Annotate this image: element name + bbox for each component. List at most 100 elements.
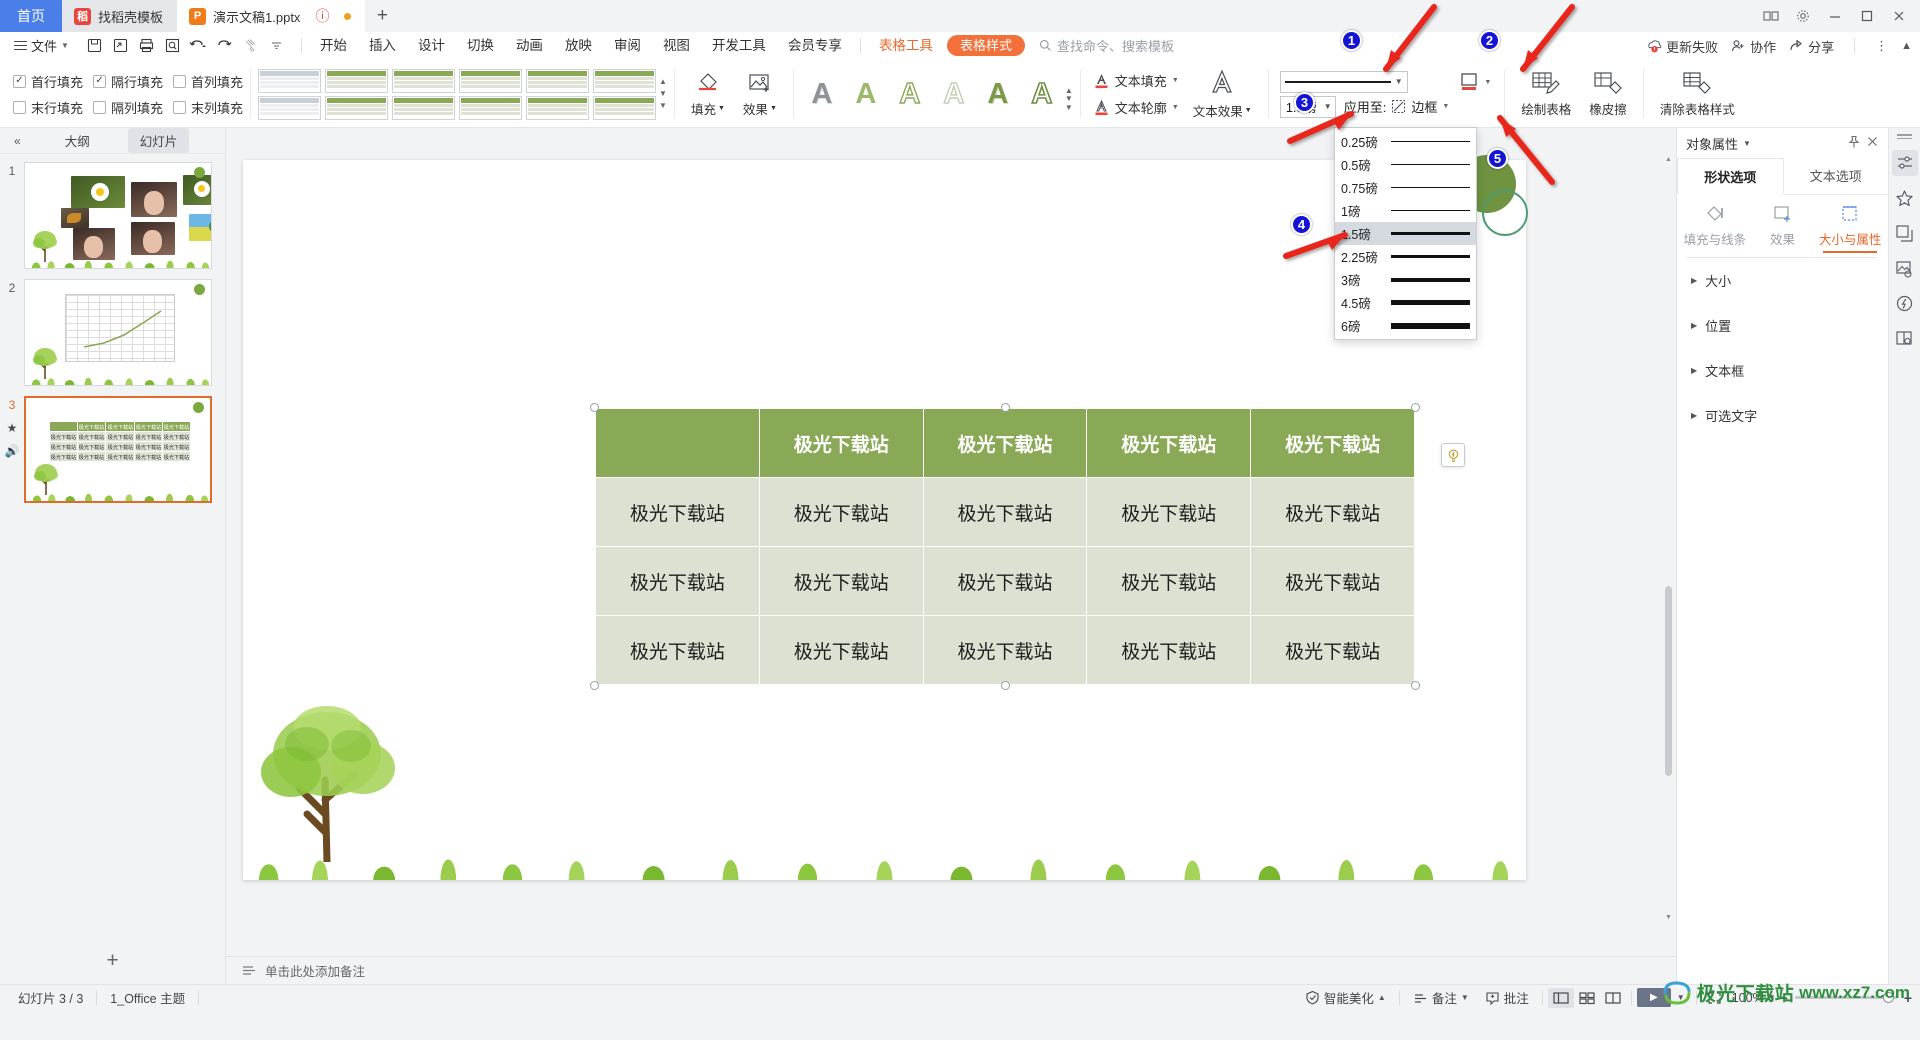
checkbox-header-row-box[interactable]: ✓ (13, 74, 26, 88)
checkbox-total-row-box[interactable] (13, 100, 26, 114)
border-color-button[interactable]: ▼ (1453, 63, 1497, 125)
weight-option-1[interactable]: 1磅 (1335, 199, 1476, 222)
table-cell[interactable]: 极光下载站 (1250, 408, 1415, 478)
wordart-style-5[interactable]: A (977, 71, 1019, 117)
zoom-slider[interactable]: − + (1780, 990, 1912, 1006)
rail-idea-button[interactable] (1892, 290, 1918, 316)
section-size[interactable]: ▶ 大小 (1677, 258, 1888, 303)
tab-effects[interactable]: 效果 (1749, 204, 1817, 253)
table-cell[interactable]: 极光下载站 (758, 615, 924, 685)
more-options-icon[interactable]: ⋮ (1875, 38, 1888, 54)
tab-fill-and-line[interactable]: 填充与线条 (1681, 204, 1749, 253)
add-slide-button[interactable]: + (0, 938, 225, 984)
slide-thumbnail-1[interactable] (24, 162, 212, 269)
tab-slides[interactable]: 幻灯片 (127, 128, 190, 153)
wordart-style-4[interactable]: A (933, 71, 975, 117)
scroll-up-icon[interactable]: ▲ (1664, 154, 1673, 164)
table-row[interactable]: 极光下载站 极光下载站 极光下载站 极光下载站 极光下载站 (595, 546, 1415, 616)
theme-name[interactable]: 1_Office 主题 (102, 988, 193, 1007)
text-effect-button[interactable]: 文本效果 ▼ (1184, 63, 1261, 125)
notes-button[interactable]: 备注 ▼ (1405, 988, 1477, 1007)
scrollbar-thumb[interactable] (1665, 586, 1672, 776)
table-style-thumb[interactable] (258, 68, 322, 93)
zoom-in-button[interactable]: + (1904, 990, 1912, 1006)
table-style-thumb[interactable] (258, 95, 322, 120)
gallery-nav[interactable]: ▲ ▼ ▼ (659, 78, 667, 110)
ribbon-tab-view[interactable]: 视图 (652, 33, 701, 59)
table-cell[interactable]: 极光下载站 (595, 477, 760, 547)
tab-outline[interactable]: 大纲 (53, 128, 102, 153)
section-position[interactable]: ▶ 位置 (1677, 303, 1888, 348)
chevron-down-icon[interactable]: ▼ (1442, 103, 1449, 110)
ribbon-tab-start[interactable]: 开始 (309, 33, 358, 59)
shape-fill-button[interactable]: 填充 ▼ (682, 63, 734, 125)
wordart-more-icon[interactable]: ▼ (1065, 103, 1073, 113)
weight-option-4.5[interactable]: 4.5磅 (1335, 291, 1476, 314)
table-row-header[interactable]: 极光下载站 极光下载站 极光下载站 极光下载站 (595, 408, 1415, 478)
checkbox-first-column-box[interactable] (173, 74, 187, 88)
chevron-down-icon[interactable]: ▼ (1324, 102, 1332, 111)
table-style-gallery[interactable]: ▲ ▼ ▼ (258, 68, 667, 120)
table-cell[interactable]: 极光下载站 (922, 477, 1088, 547)
ribbon-tab-design[interactable]: 设计 (407, 33, 456, 59)
gallery-up-icon[interactable]: ▲ (659, 78, 667, 86)
wordart-style-6[interactable]: A (1021, 71, 1063, 117)
wordart-gallery-nav[interactable]: ▲ ▼ ▼ (1065, 71, 1073, 117)
smart-beautify-button[interactable]: 智能美化 ▲ (1297, 988, 1394, 1007)
resize-handle-n[interactable] (1001, 403, 1010, 412)
checkbox-last-column-box[interactable] (173, 100, 187, 114)
canvas-vertical-scrollbar[interactable]: ▲ ▼ (1663, 154, 1673, 922)
zoom-out-button[interactable]: − (1780, 990, 1788, 1006)
table-style-thumb[interactable] (459, 95, 523, 120)
notes-bar[interactable]: 单击此处添加备注 (226, 956, 1676, 984)
resize-handle-nw[interactable] (590, 403, 599, 412)
maximize-icon[interactable] (1852, 2, 1882, 30)
table-cell[interactable]: 极光下载站 (595, 546, 760, 616)
shape-effect-button[interactable]: 效果 ▼ (734, 63, 786, 125)
zoom-slider-track[interactable] (1794, 992, 1897, 1003)
slide-table[interactable]: 极光下载站 极光下载站 极光下载站 极光下载站 极光下载站 极光下载站 极光下载… (595, 408, 1415, 685)
chevron-down-icon[interactable]: ▼ (1768, 993, 1776, 1002)
reading-view-button[interactable] (1600, 988, 1626, 1008)
rail-picture-tools-button[interactable] (1892, 255, 1918, 281)
border-label[interactable]: 边框 (1411, 97, 1437, 116)
tab-presentation-doc[interactable]: P 演示文稿1.pptx ⓘ (177, 0, 366, 32)
ribbon-tab-insert[interactable]: 插入 (358, 33, 407, 59)
section-textbox[interactable]: ▶ 文本框 (1677, 348, 1888, 393)
checkbox-first-column[interactable]: 首列填充 (173, 72, 243, 91)
table-style-thumb[interactable] (526, 68, 590, 93)
line-weight-dropdown[interactable]: 0.25磅 0.5磅 0.75磅 1磅 1.5磅 2.25磅 3磅 4.5磅 6… (1334, 127, 1477, 340)
chevron-down-icon[interactable]: ▼ (1395, 77, 1403, 86)
table-cell[interactable]: 极光下载站 (1086, 546, 1252, 616)
table-cell[interactable]: 极光下载站 (1086, 615, 1252, 685)
zoom-slider-thumb[interactable] (1882, 992, 1894, 1003)
resize-handle-se[interactable] (1411, 681, 1420, 690)
settings-icon[interactable] (1788, 2, 1818, 30)
tab-docer-template[interactable]: 稻 找稻壳模板 (62, 0, 178, 32)
text-outline-button[interactable]: 文本轮廓 ▼ (1088, 96, 1184, 120)
rail-reading-button[interactable] (1892, 325, 1918, 351)
resize-handle-ne[interactable] (1411, 403, 1420, 412)
chevron-down-icon[interactable]: ▼ (1484, 79, 1491, 86)
tab-text-options[interactable]: 文本选项 (1784, 158, 1889, 194)
new-tab-button[interactable]: + (365, 0, 399, 32)
wordart-style-2[interactable]: A (845, 71, 887, 117)
file-menu-button[interactable]: 文件 ▼ (6, 36, 77, 55)
clear-table-style-button[interactable]: 清除表格样式 (1651, 63, 1744, 125)
ribbon-tab-member[interactable]: 会员专享 (777, 33, 853, 59)
share-button[interactable]: 分享 (1789, 37, 1834, 56)
save-icon[interactable] (82, 35, 107, 57)
minimize-icon[interactable] (1820, 2, 1850, 30)
close-icon[interactable] (1884, 2, 1914, 30)
table-cell[interactable]: 极光下载站 (758, 477, 924, 547)
rail-grip-icon[interactable] (1897, 134, 1912, 141)
thumbnail-row-2[interactable]: 2 (0, 279, 225, 386)
line-style-preview[interactable]: ▼ (1279, 70, 1408, 93)
resize-handle-sw[interactable] (590, 681, 599, 690)
table-cell[interactable]: 极光下载站 (758, 546, 924, 616)
rail-layers-button[interactable] (1892, 220, 1918, 246)
gallery-more-icon[interactable]: ▼ (659, 102, 667, 110)
ribbon-tab-animation[interactable]: 动画 (505, 33, 554, 59)
weight-option-0.5[interactable]: 0.5磅 (1335, 153, 1476, 176)
collapse-ribbon-icon[interactable]: ▲ (1901, 40, 1912, 52)
